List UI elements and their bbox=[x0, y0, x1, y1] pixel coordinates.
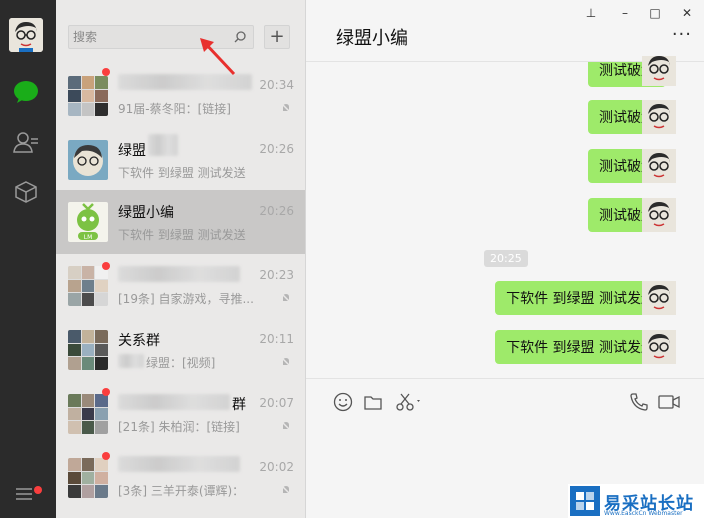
self-avatar[interactable] bbox=[642, 330, 676, 364]
unread-dot bbox=[102, 388, 110, 396]
unread-dot bbox=[102, 68, 110, 76]
contacts-tab[interactable] bbox=[12, 128, 40, 156]
settings-menu-button[interactable] bbox=[14, 485, 42, 507]
left-rail bbox=[0, 0, 56, 518]
conversation-name: 绿盟 bbox=[118, 143, 146, 159]
video-icon bbox=[658, 395, 680, 409]
mute-icon bbox=[280, 292, 292, 304]
send-file-button[interactable] bbox=[362, 391, 384, 413]
watermark-subtext: Www.EasckCn Webmaster bbox=[604, 510, 683, 517]
folder-icon bbox=[364, 396, 382, 410]
group-avatar bbox=[68, 394, 108, 434]
scissors-icon bbox=[396, 393, 420, 411]
input-toolbar bbox=[306, 378, 704, 422]
conversation-time: 20:23 bbox=[259, 268, 294, 282]
chat-tab[interactable] bbox=[12, 78, 40, 106]
self-avatar[interactable] bbox=[642, 100, 676, 134]
group-avatar bbox=[68, 458, 108, 498]
conversation-name: 绿盟小编 bbox=[118, 205, 174, 221]
contact-avatar bbox=[68, 140, 108, 180]
mute-icon bbox=[280, 484, 292, 496]
message-timestamp: 20:25 bbox=[484, 250, 528, 267]
conversation-preview: [3条] 三羊开泰(谭辉)： bbox=[118, 484, 245, 498]
group-avatar bbox=[68, 266, 108, 306]
maximize-button[interactable]: □ bbox=[644, 4, 666, 22]
contacts-icon bbox=[13, 132, 38, 153]
conversation-time: 20:07 bbox=[259, 396, 294, 410]
mute-icon bbox=[280, 356, 292, 368]
conversation-name: 群 bbox=[232, 397, 246, 413]
emoji-button[interactable] bbox=[332, 391, 354, 413]
contact-avatar: LM bbox=[68, 202, 108, 242]
video-call-button[interactable] bbox=[656, 391, 682, 413]
blurred-name bbox=[118, 266, 240, 282]
user-avatar[interactable] bbox=[9, 18, 43, 52]
conversation-item[interactable]: 绿盟 20:26 下软件 到绿盟 测试发送 bbox=[56, 128, 305, 192]
conversation-preview: [19条] 自家游戏，寻推... bbox=[118, 292, 254, 306]
collections-icon bbox=[15, 181, 37, 203]
unread-dot bbox=[102, 452, 110, 460]
more-options-button[interactable]: ··· bbox=[672, 26, 692, 44]
conversation-preview: [21条] 朱柏润：[链接] bbox=[118, 420, 240, 434]
chat-title: 绿盟小编 bbox=[336, 28, 408, 49]
group-avatar bbox=[68, 76, 108, 116]
conversation-list: + 20:34 91届-蔡冬阳：[链接] 绿盟 bbox=[56, 0, 306, 518]
svg-text:LM: LM bbox=[84, 234, 93, 241]
pin-button[interactable]: ⊥ bbox=[580, 4, 602, 22]
conversation-preview: 下软件 到绿盟 测试发送 bbox=[118, 228, 246, 242]
mute-icon bbox=[280, 102, 292, 114]
annotation-arrow bbox=[200, 38, 236, 76]
conversation-item[interactable]: 20:02 [3条] 三羊开泰(谭辉)： bbox=[56, 446, 305, 510]
conversation-time: 20:34 bbox=[259, 78, 294, 92]
blurred-name bbox=[148, 134, 178, 156]
minimize-button[interactable]: – bbox=[614, 4, 636, 22]
emoji-icon bbox=[333, 392, 353, 412]
conversation-time: 20:26 bbox=[259, 142, 294, 156]
collections-tab[interactable] bbox=[12, 178, 40, 206]
blurred-name bbox=[118, 456, 240, 472]
menu-unread-dot bbox=[34, 486, 42, 494]
conversation-preview: 绿盟：[视频] bbox=[146, 356, 216, 370]
conversation-item[interactable]: 关系群 20:11 绿盟：[视频] bbox=[56, 318, 305, 382]
chat-panel: 绿盟小编 ··· ⊥ – □ ✕ 测试破解 测试破解 测试破解 测试破解 20:… bbox=[306, 0, 704, 518]
screenshot-button[interactable] bbox=[394, 391, 424, 413]
plus-icon: + bbox=[269, 26, 285, 47]
conversation-item[interactable]: 群 20:07 [21条] 朱柏润：[链接] bbox=[56, 382, 305, 446]
close-button[interactable]: ✕ bbox=[676, 4, 698, 22]
conversation-time: 20:02 bbox=[259, 460, 294, 474]
voice-call-button[interactable] bbox=[628, 391, 650, 413]
self-avatar[interactable] bbox=[642, 281, 676, 315]
blurred-name bbox=[118, 394, 230, 410]
watermark: 易采站长站 Www.EasckCn Webmaster bbox=[568, 484, 704, 518]
conversation-time: 20:26 bbox=[259, 204, 294, 218]
self-avatar[interactable] bbox=[642, 56, 676, 86]
self-avatar[interactable] bbox=[642, 198, 676, 232]
conversation-time: 20:11 bbox=[259, 332, 294, 346]
chat-icon bbox=[14, 81, 38, 103]
watermark-logo bbox=[570, 486, 600, 516]
conversation-item-active[interactable]: LM 绿盟小编 20:26 下软件 到绿盟 测试发送 bbox=[56, 190, 305, 254]
conversation-preview: 下软件 到绿盟 测试发送 bbox=[118, 166, 246, 180]
blurred-sender bbox=[118, 354, 144, 368]
self-avatar[interactable] bbox=[642, 149, 676, 183]
mute-icon bbox=[280, 420, 292, 432]
conversation-item[interactable]: 20:23 [19条] 自家游戏，寻推... bbox=[56, 254, 305, 318]
group-avatar bbox=[68, 330, 108, 370]
add-chat-button[interactable]: + bbox=[264, 25, 290, 49]
phone-icon bbox=[630, 393, 648, 411]
conversation-item[interactable]: 20:34 91届-蔡冬阳：[链接] bbox=[56, 64, 305, 128]
conversation-preview: 91届-蔡冬阳：[链接] bbox=[118, 102, 231, 116]
message-bubble[interactable]: 下软件 到绿盟 测试发送 bbox=[495, 281, 671, 315]
message-bubble[interactable]: 下软件 到绿盟 测试发送 bbox=[495, 330, 671, 364]
menu-icon bbox=[16, 488, 32, 500]
unread-dot bbox=[102, 262, 110, 270]
conversation-name: 关系群 bbox=[118, 333, 160, 349]
